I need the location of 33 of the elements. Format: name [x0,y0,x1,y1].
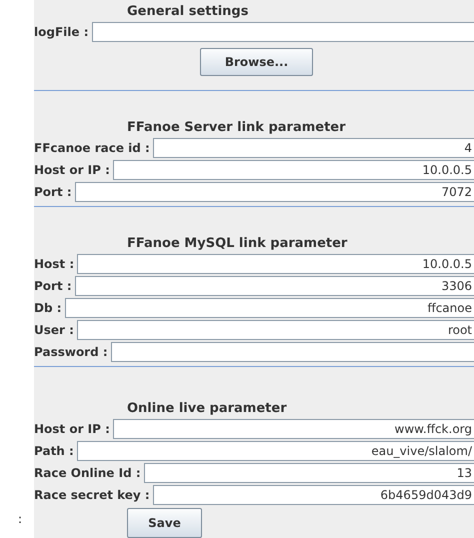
input-field[interactable]: 7072 [74,182,474,202]
field-label: Db : [34,301,63,315]
input-field[interactable]: ffcanoe [64,298,474,318]
input-field[interactable]: 10.0.0.5 [112,160,474,180]
field-label: Race Online Id : [34,466,142,480]
field-label: User : [34,323,75,337]
field-label: logFile : [34,25,90,39]
input-field[interactable] [110,342,474,362]
save-button[interactable]: Save [127,508,202,538]
field-label: Password : [34,345,109,359]
field-label: Port : [34,279,73,293]
input-field[interactable]: www.ffck.org [112,419,474,439]
field-label: FFcanoe race id : [34,141,151,155]
field-label: Race secret key : [34,488,151,502]
field-label: Path : [34,444,75,458]
section-title: Online live parameter [127,400,287,418]
field-label: Host or IP : [34,422,111,436]
input-field[interactable]: 6b4659d043d9 [152,485,474,505]
section-title: FFanoe MySQL link parameter [127,235,348,253]
field-label: Port : [34,185,73,199]
field-label: Host : [34,257,76,271]
input-field[interactable]: root [76,320,474,340]
input-field[interactable]: 13 [144,463,474,483]
browse-button[interactable]: Browse... [200,48,313,76]
colon-mark: : [18,512,22,526]
input-field[interactable] [92,22,474,42]
section-title: FFanoe Server link parameter [127,119,346,137]
field-label: Host or IP : [34,163,111,177]
input-field[interactable]: eau_vive/slalom/ [76,441,474,461]
input-field[interactable]: 10.0.0.5 [77,254,474,274]
input-field[interactable]: 4 [152,138,474,158]
input-field[interactable]: 3306 [74,276,474,296]
section-title: General settings [127,3,248,21]
